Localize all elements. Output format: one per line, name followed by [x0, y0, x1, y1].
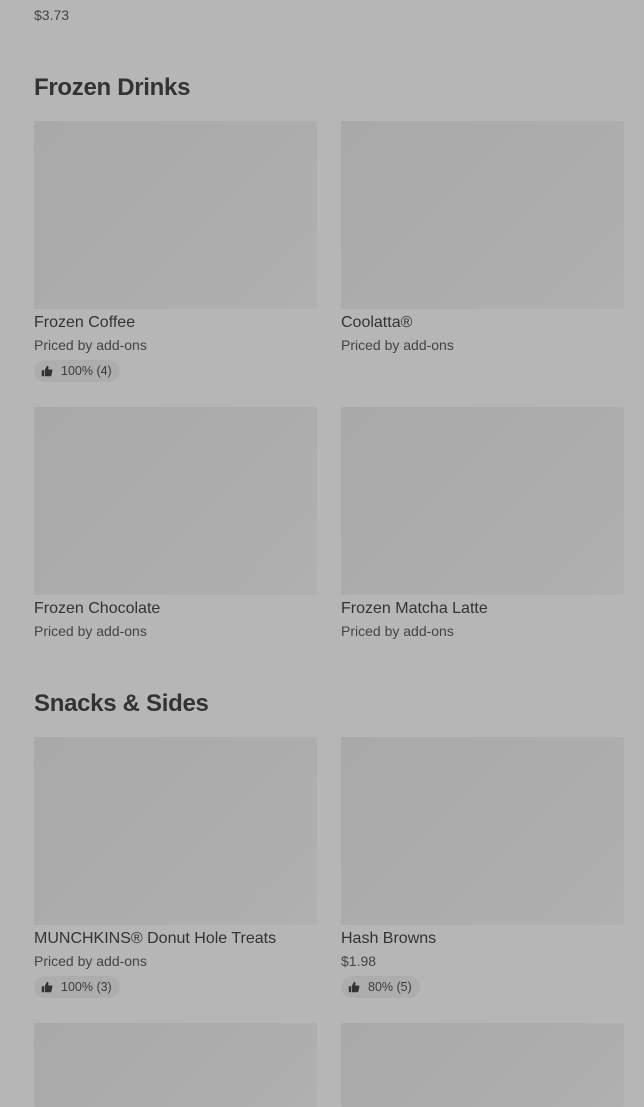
- menu-item-partial[interactable]: [34, 1023, 317, 1107]
- menu-item-partial[interactable]: [341, 1023, 624, 1107]
- item-name: Frozen Matcha Latte: [341, 600, 488, 617]
- item-name: Coolatta®: [341, 314, 413, 331]
- item-name: MUNCHKINS® Donut Hole Treats: [34, 930, 277, 947]
- item-image: [341, 1023, 624, 1107]
- item-price: Priced by add-ons: [34, 337, 147, 353]
- thumbs-up-icon: [41, 981, 53, 993]
- item-image: [34, 407, 317, 595]
- menu-item-frozen-chocolate[interactable]: Frozen Chocolate Priced by add-ons: [34, 407, 317, 638]
- item-image: [341, 121, 624, 309]
- menu-item-hash-browns[interactable]: Hash Browns $1.98 80% (5): [341, 737, 624, 998]
- item-image: [34, 1023, 317, 1107]
- rating-text: 100% (4): [61, 364, 112, 378]
- menu-item-munchkins[interactable]: MUNCHKINS® Donut Hole Treats Priced by a…: [34, 737, 317, 998]
- menu-item-coolatta[interactable]: Coolatta® Priced by add-ons: [341, 121, 624, 352]
- item-image: [34, 121, 317, 309]
- item-image: [341, 407, 624, 595]
- menu-item-frozen-coffee[interactable]: Frozen Coffee Priced by add-ons 100% (4): [34, 121, 317, 382]
- item-image: [34, 737, 317, 925]
- item-price: Priced by add-ons: [34, 623, 147, 639]
- item-price: Priced by add-ons: [34, 953, 147, 969]
- section-title-frozen-drinks: Frozen Drinks: [34, 74, 191, 101]
- item-image: [341, 737, 624, 925]
- item-price: Priced by add-ons: [341, 337, 454, 353]
- rating-badge: 100% (4): [34, 360, 120, 382]
- menu-page: $3.73 Frozen Drinks Frozen Coffee Priced…: [0, 0, 644, 1107]
- rating-badge: 80% (5): [341, 976, 420, 998]
- item-name: Frozen Coffee: [34, 314, 136, 331]
- rating-text: 80% (5): [368, 980, 412, 994]
- rating-text: 100% (3): [61, 980, 112, 994]
- item-price: $1.98: [341, 953, 377, 969]
- thumbs-up-icon: [348, 981, 360, 993]
- rating-badge: 100% (3): [34, 976, 120, 998]
- section-title-snacks-sides: Snacks & Sides: [34, 690, 209, 717]
- item-price: Priced by add-ons: [341, 623, 454, 639]
- menu-item-frozen-matcha-latte[interactable]: Frozen Matcha Latte Priced by add-ons: [341, 407, 624, 638]
- thumbs-up-icon: [41, 365, 53, 377]
- item-name: Hash Browns: [341, 930, 437, 947]
- item-price: $3.73: [34, 7, 70, 23]
- item-name: Frozen Chocolate: [34, 600, 161, 617]
